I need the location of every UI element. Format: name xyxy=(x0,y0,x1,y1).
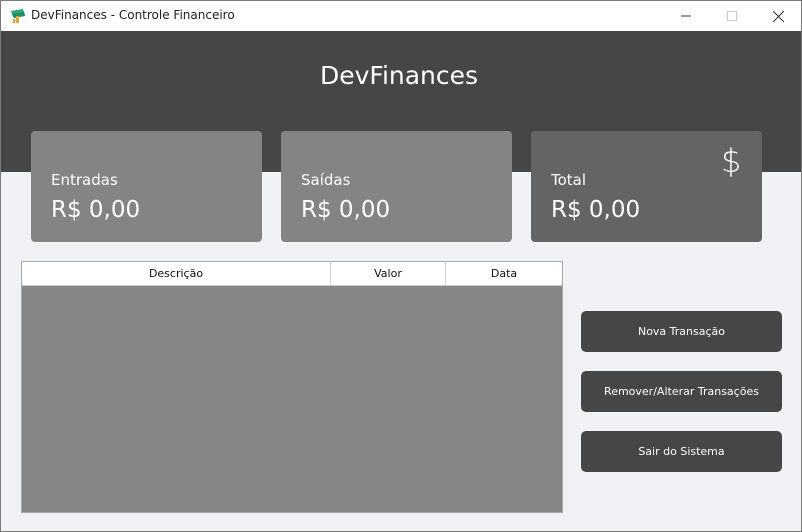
maximize-icon xyxy=(727,11,737,21)
minimize-button[interactable] xyxy=(663,1,709,31)
transactions-table[interactable]: Descrição Valor Data xyxy=(21,261,563,513)
money-stack-icon xyxy=(11,9,25,23)
entradas-label: Entradas xyxy=(51,171,118,189)
minimize-icon xyxy=(681,15,691,17)
total-label: Total xyxy=(551,171,587,189)
close-button[interactable] xyxy=(755,1,801,31)
entradas-card: Entradas R$ 0,00 xyxy=(31,131,262,242)
column-header-data[interactable]: Data xyxy=(446,262,562,285)
total-card: Total R$ 0,00 $ xyxy=(531,131,762,242)
remover-alterar-button[interactable]: Remover/Alterar Transações xyxy=(581,371,782,412)
total-value: R$ 0,00 xyxy=(551,197,641,223)
window-title: DevFinances - Controle Financeiro xyxy=(31,8,235,22)
saidas-label: Saídas xyxy=(301,171,351,189)
column-header-valor[interactable]: Valor xyxy=(331,262,446,285)
saidas-card: Saídas R$ 0,00 xyxy=(281,131,512,242)
title-bar[interactable]: DevFinances - Controle Financeiro xyxy=(1,1,801,31)
dollar-icon: $ xyxy=(721,142,742,180)
saidas-value: R$ 0,00 xyxy=(301,197,391,223)
close-icon xyxy=(772,10,784,22)
app-title: DevFinances xyxy=(319,61,479,90)
table-header: Descrição Valor Data xyxy=(22,262,562,286)
app-window: DevFinances - Controle Financeiro DevFin… xyxy=(0,0,802,532)
maximize-button[interactable] xyxy=(709,1,755,31)
nova-transacao-button[interactable]: Nova Transação xyxy=(581,311,782,352)
sair-sistema-button[interactable]: Sair do Sistema xyxy=(581,431,782,472)
column-header-descricao[interactable]: Descrição xyxy=(22,262,331,285)
entradas-value: R$ 0,00 xyxy=(51,197,141,223)
